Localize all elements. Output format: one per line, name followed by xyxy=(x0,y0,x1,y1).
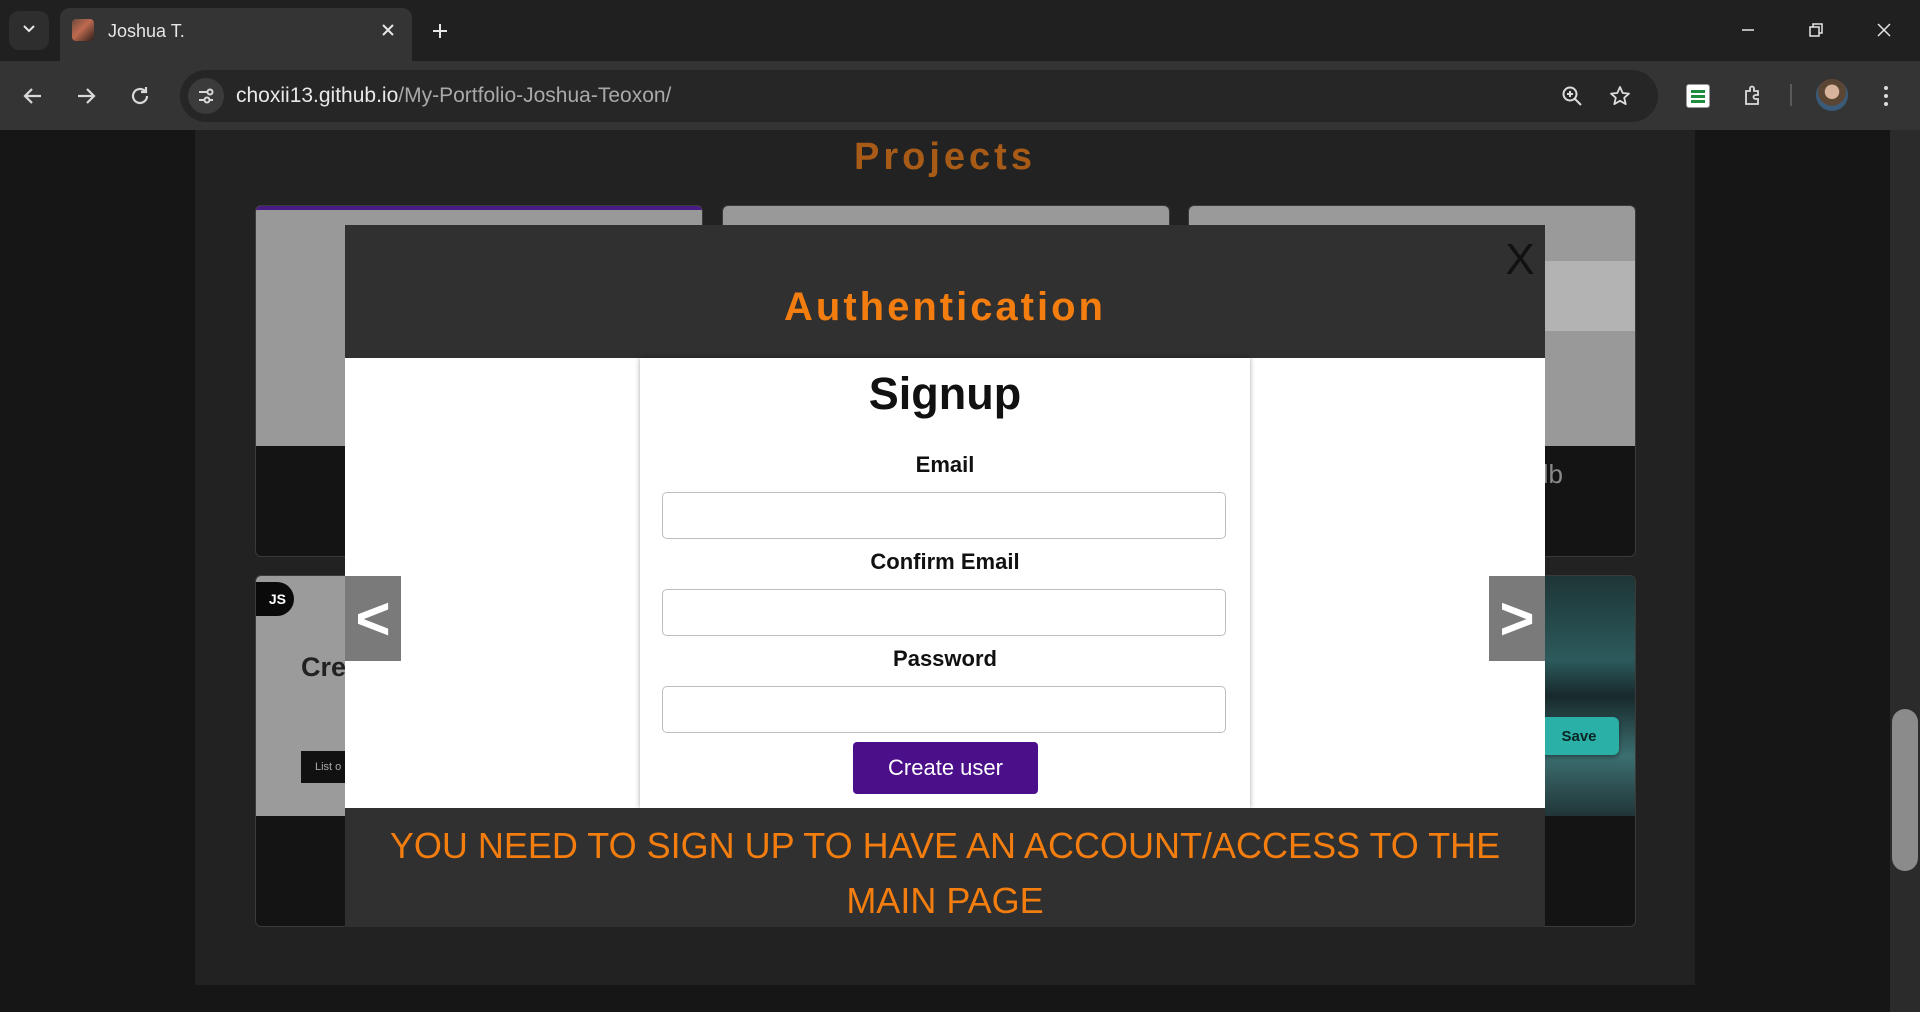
signup-title: Signup xyxy=(868,368,1022,419)
page-scrollbar-thumb[interactable] xyxy=(1892,709,1918,871)
modal-footer: YOU NEED TO SIGN UP TO HAVE AN ACCOUNT/A… xyxy=(345,808,1545,927)
menu-kebab-icon[interactable] xyxy=(1867,77,1905,115)
carousel-prev-button[interactable]: < xyxy=(345,576,401,661)
signup-required-message: YOU NEED TO SIGN UP TO HAVE AN ACCOUNT/A… xyxy=(389,825,1501,921)
page-scrollbar-track[interactable] xyxy=(1890,130,1920,1012)
url-text[interactable]: choxii13.github.io/My-Portfolio-Joshua-T… xyxy=(236,84,671,108)
address-bar[interactable]: choxii13.github.io/My-Portfolio-Joshua-T… xyxy=(180,70,1658,122)
close-window-button[interactable] xyxy=(1858,8,1910,52)
browser-toolbar: choxii13.github.io/My-Portfolio-Joshua-T… xyxy=(0,61,1920,130)
js-badge: JS xyxy=(256,582,294,616)
new-tab-button[interactable] xyxy=(423,14,457,48)
back-button[interactable] xyxy=(14,77,52,115)
modal-close-button[interactable]: X xyxy=(1500,233,1540,287)
browser-tab-strip: Joshua T. xyxy=(0,0,1920,61)
reload-button[interactable] xyxy=(121,77,159,115)
forward-button[interactable] xyxy=(67,77,105,115)
bookmark-star-icon[interactable] xyxy=(1605,81,1635,111)
profile-avatar[interactable] xyxy=(1816,79,1848,111)
url-host: choxii13.github.io xyxy=(236,84,399,107)
authentication-modal: X Authentication Signup Email Confirm Em… xyxy=(345,225,1545,927)
sheets-extension-icon[interactable] xyxy=(1679,77,1717,115)
extensions-puzzle-icon[interactable] xyxy=(1734,77,1772,115)
save-chip: Save xyxy=(1539,717,1619,755)
toolbar-separator xyxy=(1790,84,1792,106)
tab-search-button[interactable] xyxy=(9,11,49,50)
minimize-button[interactable] xyxy=(1722,8,1774,52)
chevron-down-icon xyxy=(21,20,37,41)
close-tab-icon[interactable] xyxy=(376,18,400,42)
url-path: /My-Portfolio-Joshua-Teoxon/ xyxy=(398,84,672,107)
modal-title: Authentication xyxy=(784,285,1106,329)
restore-button[interactable] xyxy=(1790,8,1842,52)
confirm-email-label: Confirm Email xyxy=(870,549,1020,574)
email-field[interactable] xyxy=(662,492,1226,539)
browser-tab[interactable]: Joshua T. xyxy=(60,8,412,61)
signup-form: Signup Email Confirm Email Password Crea… xyxy=(640,358,1250,808)
projects-heading: Projects xyxy=(854,136,1036,178)
modal-header: X Authentication xyxy=(345,225,1545,358)
confirm-email-field[interactable] xyxy=(662,589,1226,636)
email-label: Email xyxy=(915,452,975,477)
favicon-icon xyxy=(72,19,94,41)
zoom-icon[interactable] xyxy=(1557,81,1587,111)
create-user-button[interactable]: Create user xyxy=(853,742,1038,794)
password-field[interactable] xyxy=(662,686,1226,733)
tab-title: Joshua T. xyxy=(108,21,185,41)
password-label: Password xyxy=(893,646,997,671)
carousel-next-button[interactable]: > xyxy=(1489,576,1545,661)
site-info-icon[interactable] xyxy=(188,78,224,114)
modal-body: Signup Email Confirm Email Password Crea… xyxy=(345,358,1545,808)
